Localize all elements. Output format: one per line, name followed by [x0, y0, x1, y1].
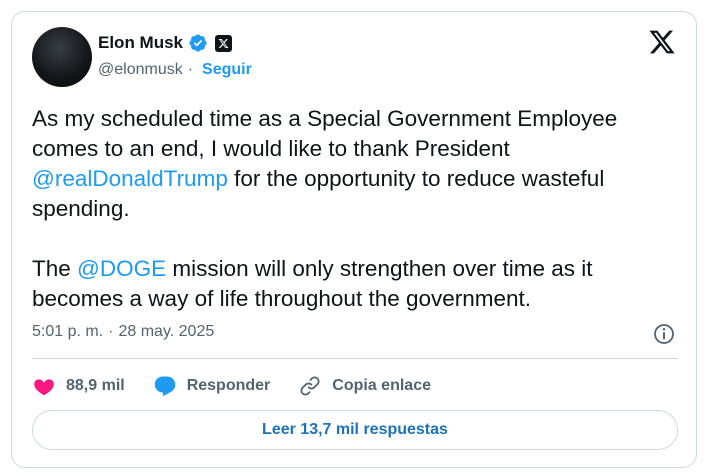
heart-icon — [34, 379, 54, 396]
x-affiliate-icon — [215, 34, 233, 52]
like-count: 88,9 mil — [66, 377, 125, 394]
follow-button[interactable]: Seguir — [202, 61, 252, 79]
author-handle-row: @elonmusk · Seguir — [98, 61, 252, 79]
read-replies-button[interactable]: Leer 13,7 mil respuestas — [32, 410, 678, 450]
tweet-date: 28 may. 2025 — [118, 323, 215, 340]
handle-separator: · — [187, 61, 194, 78]
reply-bubble-icon — [154, 376, 175, 397]
divider — [32, 358, 678, 359]
copy-link-button[interactable]: Copia enlace — [298, 374, 431, 398]
tweet-card: Elon Musk @elonmusk · Seguir As my sched… — [11, 11, 697, 468]
mention-doge[interactable]: @DOGE — [77, 256, 166, 281]
mention-realdonaldtrump[interactable]: @realDonaldTrump — [32, 166, 228, 191]
tweet-text: As my scheduled time as a Special Govern… — [32, 104, 682, 314]
link-icon — [300, 376, 320, 396]
tweet-paragraph-1: As my scheduled time as a Special Govern… — [32, 106, 618, 221]
author-name[interactable]: Elon Musk — [98, 33, 183, 53]
tweet-actions: 88,9 mil Responder Copia enlace — [32, 374, 459, 398]
author-name-row: Elon Musk — [98, 33, 233, 53]
tweet-paragraph-2: The @DOGE mission will only strengthen o… — [32, 256, 593, 311]
verified-badge-icon — [189, 34, 207, 52]
author-handle[interactable]: @elonmusk — [98, 61, 183, 79]
info-icon[interactable] — [652, 322, 676, 346]
reply-label: Responder — [186, 377, 271, 394]
x-logo-icon[interactable] — [648, 28, 676, 56]
avatar[interactable] — [32, 27, 92, 87]
reply-button[interactable]: Responder — [153, 374, 271, 398]
tweet-time: 5:01 p. m. — [32, 323, 104, 340]
tweet-timestamp[interactable]: 5:01 p. m. · 28 may. 2025 — [32, 323, 214, 341]
timestamp-separator: · — [108, 323, 114, 340]
copy-link-label: Copia enlace — [332, 377, 431, 394]
like-button[interactable]: 88,9 mil — [32, 374, 125, 398]
